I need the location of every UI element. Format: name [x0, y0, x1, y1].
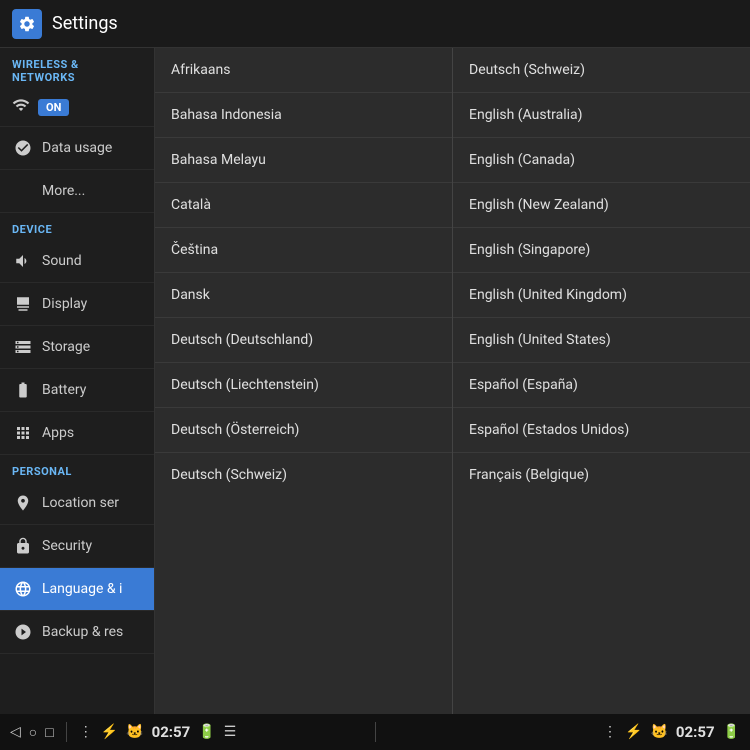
wifi-toggle[interactable]: ON — [38, 99, 69, 116]
lang-item-right-6[interactable]: English (United States) — [453, 318, 750, 363]
storage-icon — [12, 336, 34, 358]
sidebar-item-apps[interactable]: Apps — [0, 412, 154, 455]
battery-icon-left: 🔋 — [198, 724, 215, 740]
lang-item-right-9[interactable]: Français (Belgique) — [453, 453, 750, 497]
recents-icon[interactable]: □ — [45, 724, 53, 741]
battery-label: Battery — [42, 382, 86, 398]
sidebar-item-security[interactable]: Security — [0, 525, 154, 568]
sidebar-item-more[interactable]: More... — [0, 170, 154, 213]
language-column-right: Deutsch (Schweiz)English (Australia)Engl… — [453, 48, 750, 714]
status-divider-1 — [66, 722, 67, 742]
lang-item-left-5[interactable]: Dansk — [155, 273, 452, 318]
sidebar-item-storage[interactable]: Storage — [0, 326, 154, 369]
main-area: WIRELESS & NETWORKS ON Data usage More..… — [0, 48, 750, 714]
lang-item-right-1[interactable]: English (Australia) — [453, 93, 750, 138]
usb-icon-right: ⚡ — [625, 724, 642, 740]
sound-icon — [12, 250, 34, 272]
lang-item-left-4[interactable]: Čeština — [155, 228, 452, 273]
lang-item-right-3[interactable]: English (New Zealand) — [453, 183, 750, 228]
location-label: Location ser — [42, 495, 119, 511]
cat-icon-right: 🐱 — [650, 724, 667, 740]
home-icon[interactable]: ○ — [29, 724, 37, 741]
section-label-wireless: WIRELESS & NETWORKS — [0, 48, 154, 88]
section-label-device: DEVICE — [0, 213, 154, 240]
display-icon — [12, 293, 34, 315]
lang-item-right-5[interactable]: English (United Kingdom) — [453, 273, 750, 318]
overflow-icon-right[interactable]: ⋮ — [603, 724, 617, 740]
lang-item-right-0[interactable]: Deutsch (Schweiz) — [453, 48, 750, 93]
title-bar: Settings — [0, 0, 750, 48]
sidebar: WIRELESS & NETWORKS ON Data usage More..… — [0, 48, 155, 714]
location-icon — [12, 492, 34, 514]
sidebar-item-backup[interactable]: Backup & res — [0, 611, 154, 654]
data-usage-label: Data usage — [42, 140, 112, 156]
lang-item-left-6[interactable]: Deutsch (Deutschland) — [155, 318, 452, 363]
language-icon — [12, 578, 34, 600]
usb-icon-left: ⚡ — [101, 724, 118, 740]
sidebar-item-display[interactable]: Display — [0, 283, 154, 326]
sidebar-item-sound[interactable]: Sound — [0, 240, 154, 283]
battery-icon — [12, 379, 34, 401]
status-bar-right: ⋮ ⚡ 🐱 02:57 🔋 — [380, 723, 741, 741]
lang-item-right-7[interactable]: Español (España) — [453, 363, 750, 408]
sidebar-item-battery[interactable]: Battery — [0, 369, 154, 412]
lang-item-left-3[interactable]: Català — [155, 183, 452, 228]
section-label-personal: PERSONAL — [0, 455, 154, 482]
more-icon — [12, 180, 34, 202]
lang-item-left-8[interactable]: Deutsch (Österreich) — [155, 408, 452, 453]
lang-item-left-0[interactable]: Afrikaans — [155, 48, 452, 93]
language-column-left: AfrikaansBahasa IndonesiaBahasa MelayuCa… — [155, 48, 453, 714]
backup-icon — [12, 621, 34, 643]
sd-icon-left: ☰ — [224, 724, 237, 740]
apps-icon — [12, 422, 34, 444]
sidebar-item-location[interactable]: Location ser — [0, 482, 154, 525]
data-usage-icon — [12, 137, 34, 159]
lang-item-right-8[interactable]: Español (Estados Unidos) — [453, 408, 750, 453]
wifi-icon — [12, 96, 30, 118]
lang-item-left-1[interactable]: Bahasa Indonesia — [155, 93, 452, 138]
lang-item-right-2[interactable]: English (Canada) — [453, 138, 750, 183]
display-label: Display — [42, 296, 87, 312]
status-bar-left: ◁ ○ □ ⋮ ⚡ 🐱 02:57 🔋 ☰ — [10, 722, 371, 742]
language-label: Language & i — [42, 581, 122, 597]
time-left: 02:57 — [152, 723, 191, 741]
storage-label: Storage — [42, 339, 90, 355]
overflow-icon-left[interactable]: ⋮ — [79, 724, 93, 740]
back-icon[interactable]: ◁ — [10, 724, 21, 740]
status-bar-divider-center — [375, 722, 376, 742]
language-list-panel: AfrikaansBahasa IndonesiaBahasa MelayuCa… — [155, 48, 750, 714]
lang-item-left-9[interactable]: Deutsch (Schweiz) — [155, 453, 452, 497]
time-right: 02:57 — [676, 723, 715, 741]
sidebar-item-data-usage[interactable]: Data usage — [0, 127, 154, 170]
lang-item-right-4[interactable]: English (Singapore) — [453, 228, 750, 273]
lang-item-left-7[interactable]: Deutsch (Liechtenstein) — [155, 363, 452, 408]
status-bar: ◁ ○ □ ⋮ ⚡ 🐱 02:57 🔋 ☰ ⋮ ⚡ 🐱 02:57 🔋 — [0, 714, 750, 750]
lang-item-left-2[interactable]: Bahasa Melayu — [155, 138, 452, 183]
page-title: Settings — [52, 13, 118, 34]
sidebar-item-wifi[interactable]: ON — [0, 88, 154, 127]
battery-icon-right: 🔋 — [723, 724, 740, 740]
sound-label: Sound — [42, 253, 82, 269]
apps-label: Apps — [42, 425, 74, 441]
sidebar-item-language[interactable]: Language & i — [0, 568, 154, 611]
security-label: Security — [42, 538, 92, 554]
security-icon — [12, 535, 34, 557]
more-label: More... — [42, 183, 85, 199]
backup-label: Backup & res — [42, 624, 123, 640]
settings-icon — [12, 9, 42, 39]
cat-icon-left: 🐱 — [126, 724, 143, 740]
